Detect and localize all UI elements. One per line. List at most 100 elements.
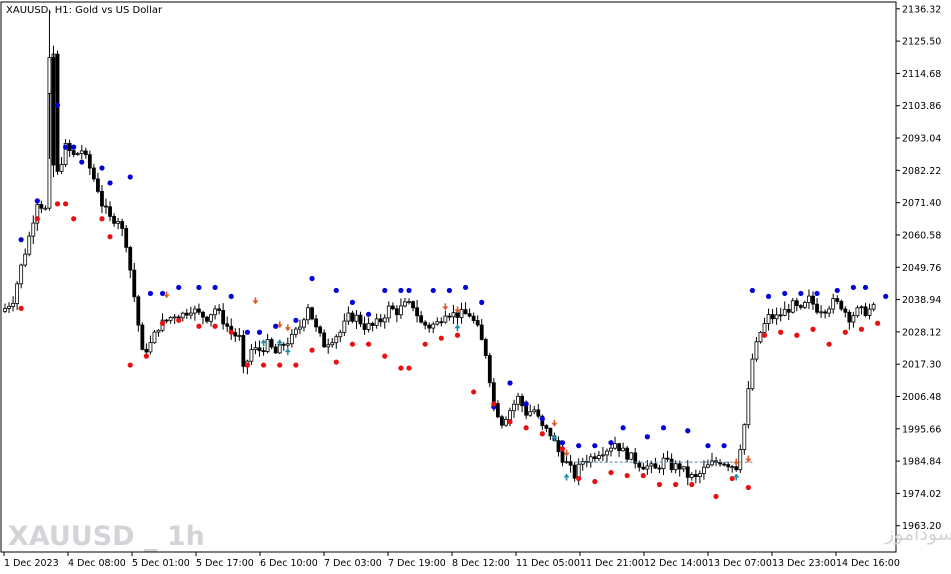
low-signal-dot <box>349 341 356 347</box>
candle-body <box>689 474 694 478</box>
candle-body <box>794 300 799 307</box>
candle-body <box>289 333 294 345</box>
low-signal-dot <box>689 481 695 488</box>
candle-body <box>859 306 864 309</box>
low-signal-dot <box>382 353 388 359</box>
price-tick-label: 2060.58 <box>902 230 941 241</box>
candle-body <box>249 349 254 362</box>
candle-body <box>843 308 848 313</box>
candle-body <box>677 463 682 470</box>
low-signal-dot <box>406 365 412 371</box>
candle-body <box>59 164 64 172</box>
low-signal-dot <box>624 472 630 479</box>
high-signal-dot <box>293 317 299 323</box>
time-tick-label: 12 Dec 14:00 <box>644 558 708 569</box>
price-tick-label: 2125.50 <box>902 37 941 48</box>
candle-body <box>556 440 561 453</box>
candle-body <box>504 419 508 426</box>
candle-body <box>665 457 670 460</box>
candle-body <box>213 308 217 316</box>
candle-body <box>55 53 60 172</box>
low-signal-dot <box>507 419 513 425</box>
candle-body <box>483 339 488 356</box>
time-tick-label: 4 Dec 08:00 <box>68 558 126 569</box>
candle-body <box>798 305 803 308</box>
candle-body <box>197 308 201 313</box>
low-signal-dot <box>293 362 299 368</box>
candle-body <box>293 328 298 335</box>
candle-body <box>592 456 597 459</box>
high-signal-dot <box>309 275 315 282</box>
candle-body <box>350 312 355 322</box>
candle-body <box>51 57 56 166</box>
candle-body <box>609 447 613 452</box>
candle-body <box>366 323 371 330</box>
candle-body <box>342 320 347 333</box>
high-signal-dot <box>883 293 889 300</box>
low-signal-dot <box>810 326 816 332</box>
candle-body <box>588 456 593 463</box>
low-signal-dot <box>34 216 40 222</box>
candle-body <box>742 424 747 450</box>
candle-body <box>318 326 323 334</box>
candle-body <box>726 464 731 468</box>
candle-body <box>823 311 828 314</box>
high-signal-dot <box>620 425 626 431</box>
candle-body <box>399 305 403 316</box>
candle <box>487 352 492 388</box>
candle-body <box>871 303 876 310</box>
time-tick-label: 7 Dec 03:00 <box>324 558 382 569</box>
candle-body <box>362 323 367 330</box>
price-tick-label: 2017.30 <box>902 360 941 371</box>
candle-body <box>217 308 222 311</box>
candle-body <box>657 467 662 470</box>
candle-body <box>463 309 468 315</box>
candle-body <box>710 460 714 466</box>
price-tick-label: 2103.86 <box>902 101 941 112</box>
low-signal-dot <box>63 201 69 207</box>
high-signal-dot <box>765 293 772 300</box>
candle-body <box>257 347 262 352</box>
low-signal-dot <box>127 362 133 368</box>
candle-body <box>847 311 852 323</box>
candle-body <box>738 449 743 471</box>
candle-body <box>285 343 290 346</box>
candle-body <box>447 315 452 318</box>
low-signal-dot <box>761 332 768 338</box>
candle-body <box>835 298 840 302</box>
high-signal-dot <box>212 284 218 291</box>
candle-body <box>314 318 318 328</box>
low-signal-dot <box>438 335 444 341</box>
high-signal-dot <box>660 425 667 431</box>
candle-body <box>108 206 112 217</box>
high-signal-dot <box>479 299 485 305</box>
candle-body <box>508 410 512 420</box>
candle-body <box>548 427 553 437</box>
candle-body <box>152 331 157 344</box>
candle-body <box>653 463 658 469</box>
candle-body <box>7 305 11 309</box>
price-tick-label: 2093.04 <box>902 134 941 145</box>
candle-body <box>39 204 44 209</box>
high-signal-dot <box>63 144 69 150</box>
candle-body <box>132 269 137 298</box>
high-signal-dot <box>685 428 691 434</box>
high-signal-dot <box>127 174 133 180</box>
chart-background <box>0 0 951 574</box>
high-signal-dot <box>71 144 77 150</box>
candle-body <box>310 307 314 320</box>
candle-body <box>209 314 213 322</box>
low-signal-dot <box>366 341 372 347</box>
candle <box>51 45 56 177</box>
candle-body <box>87 154 92 169</box>
low-signal-dot <box>54 201 61 207</box>
high-signal-dot <box>749 287 756 294</box>
candle-body <box>112 216 116 224</box>
candle-body <box>770 314 775 320</box>
low-signal-dot <box>875 320 881 326</box>
candle <box>310 306 314 321</box>
candle-body <box>390 305 395 310</box>
candle-body <box>164 319 169 322</box>
price-chart[interactable]: XAUUSD _ 1h انتشار در سایت سودآموز 2136.… <box>0 0 951 574</box>
candle-body <box>754 341 759 360</box>
